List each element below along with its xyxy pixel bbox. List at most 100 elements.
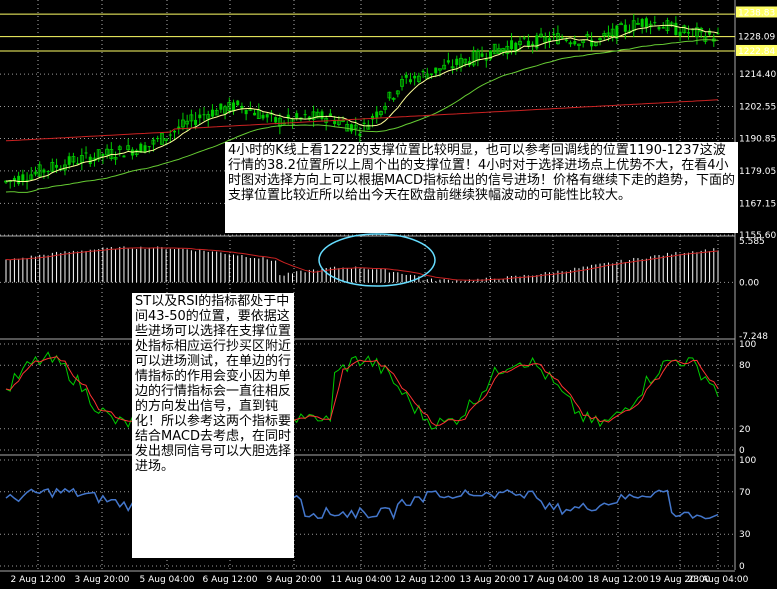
candle-body-down	[210, 109, 214, 117]
candle-body-down	[236, 100, 240, 106]
x-axis-label: 9 Aug 20:00	[267, 575, 322, 585]
stoch-tick-label: 100	[739, 340, 756, 350]
candle-body-down	[510, 40, 514, 50]
candle-body-down	[42, 169, 46, 173]
candle-body-down	[194, 119, 198, 125]
rsi-tick-label: 30	[739, 530, 751, 540]
ma-slow-line	[5, 99, 719, 142]
candle-body-down	[88, 156, 92, 165]
x-axis-label: 2 Aug 12:00	[11, 575, 66, 585]
candle-body-down	[253, 112, 257, 116]
price-tag-bid: 1222.84	[738, 47, 775, 57]
candle-body-down	[101, 153, 105, 156]
candle-body-down	[328, 113, 332, 117]
candle-body-down	[55, 164, 59, 168]
macd-tick-label: 5.585	[739, 237, 765, 247]
candle-body-down	[687, 32, 691, 34]
candle-body-down	[12, 178, 16, 181]
candle-body-down	[552, 33, 556, 35]
x-axis-label: 11 Aug 04:00	[331, 575, 392, 585]
price-tick-label: 1167.15	[739, 199, 776, 209]
candle-body-down	[67, 156, 71, 165]
annotation-note-price: 4小时的K线上看1222的支撑位置比较明显，也可以参考回调线的位置1190-12…	[225, 142, 738, 233]
price-tick-label: 1214.40	[739, 70, 776, 80]
macd-signal-line	[5, 247, 719, 281]
candle-body-down	[623, 24, 627, 32]
candle-body-down	[526, 40, 530, 46]
candle-body-down	[122, 155, 126, 158]
candle-body-down	[349, 124, 353, 132]
candle-body-down	[202, 114, 206, 116]
candle-body-down	[480, 53, 484, 57]
candle-body-down	[522, 37, 526, 39]
candle-body-down	[455, 58, 459, 65]
candle-body-down	[173, 130, 177, 133]
candle-body-down	[219, 103, 223, 110]
macd-tick-label: 0.00	[739, 278, 759, 288]
rsi-tick-label: 70	[739, 488, 751, 498]
candle-body-down	[661, 26, 665, 29]
candle-body-down	[484, 58, 488, 61]
x-axis-label: 18 Aug 12:00	[588, 575, 649, 585]
candle-body-down	[265, 114, 269, 118]
candle-body-down	[244, 109, 248, 115]
x-axis-label: 5 Aug 04:00	[140, 575, 195, 585]
candle-body-down	[358, 133, 362, 136]
candle-body-down	[560, 37, 564, 39]
candle-body-down	[653, 22, 657, 24]
annotation-note-indicators: ST以及RSI的指标都处于中间43-50的位置，要依据这些进场可以选择在支撑位置…	[132, 293, 294, 558]
chart-canvas: 1214.401202.551190.851179.051167.151155.…	[0, 0, 777, 585]
price-tick-label: 1190.85	[739, 135, 776, 145]
candle-body-down	[413, 75, 417, 79]
price-tag-top: 1238.83	[738, 8, 775, 18]
candle-body-down	[274, 117, 278, 123]
rsi-tick-label: 100	[739, 456, 756, 466]
candle-body-down	[674, 22, 678, 36]
x-axis-label: 17 Aug 04:00	[523, 575, 584, 585]
stoch-signal-line	[5, 356, 719, 427]
candle-body-down	[640, 19, 644, 27]
candle-body-down	[430, 73, 434, 76]
chart-window: 1214.40 1202.55 1190.85 1179.05 1167.15 1155.…	[0, 0, 777, 589]
candle-body-down	[320, 111, 324, 119]
candle-body-down	[408, 79, 412, 83]
candle-body-down	[644, 18, 648, 28]
rsi-tick-label: 0	[739, 562, 745, 572]
candle-body-down	[657, 27, 661, 30]
x-axis-label: 3 Aug 20:00	[75, 575, 130, 585]
price-tag-ask: 1228.09	[738, 33, 775, 43]
candle-body-down	[198, 114, 202, 119]
candle-body-down	[371, 115, 375, 120]
candle-body-down	[678, 31, 682, 36]
candle-body-down	[21, 174, 25, 182]
candle-body-down	[147, 146, 151, 148]
candle-body-down	[168, 134, 172, 136]
price-tick-label: 1202.55	[739, 102, 776, 112]
candle-body-down	[46, 170, 50, 172]
rsi-line	[5, 486, 719, 521]
candle-body-down	[156, 138, 160, 140]
candle-body-down	[17, 175, 21, 184]
candle-body-down	[564, 39, 568, 42]
candle-body-down	[375, 111, 379, 118]
x-axis-label: 12 Aug 12:00	[395, 575, 456, 585]
candle-body-down	[573, 41, 577, 45]
candle-body-down	[261, 114, 265, 119]
price-tick-label: 1179.05	[739, 167, 776, 177]
candle-body-down	[404, 74, 408, 78]
candle-body-down	[446, 60, 450, 63]
candle-body-down	[434, 67, 438, 74]
x-axis-label: 6 Aug 12:00	[203, 575, 258, 585]
stoch-tick-label: 80	[739, 361, 751, 371]
candle-body-down	[421, 70, 425, 73]
candle-body-down	[303, 114, 307, 116]
stoch-main-line	[5, 351, 719, 431]
x-axis-label: 23 Aug 04:00	[688, 575, 749, 585]
candle-body-down	[708, 30, 712, 35]
x-axis-label: 13 Aug 20:00	[460, 575, 521, 585]
candle-body-down	[295, 113, 299, 118]
candle-body-down	[84, 152, 88, 154]
stoch-tick-label: 0	[739, 446, 745, 456]
stoch-tick-label: 20	[739, 425, 751, 435]
candle-body-down	[362, 122, 366, 125]
